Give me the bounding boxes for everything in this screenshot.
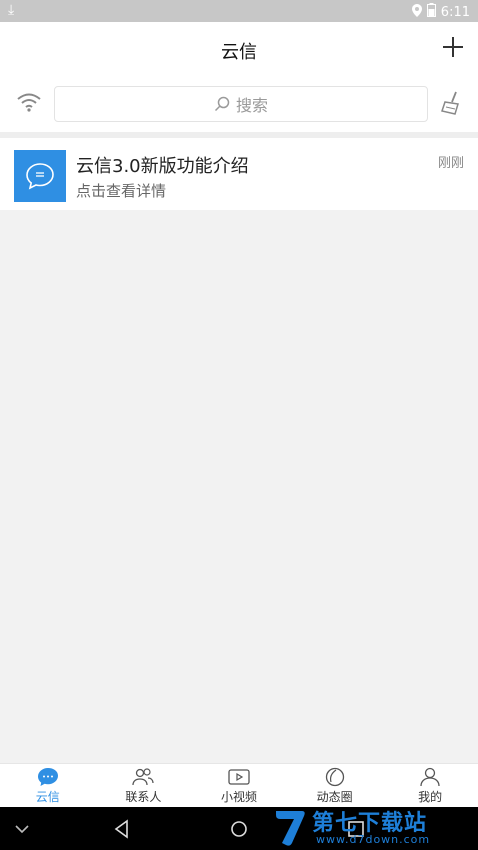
conversation-time: 刚刚 [437, 156, 464, 171]
add-icon[interactable] [440, 34, 466, 60]
conversation-subtitle: 点击查看详情 [76, 182, 167, 200]
contacts-icon [132, 768, 154, 786]
chevron-down-icon[interactable] [10, 817, 34, 841]
page-title: 云信 [221, 42, 257, 63]
clear-broom-icon[interactable] [440, 90, 462, 116]
tab-video[interactable]: 小视频 [191, 764, 287, 807]
profile-icon [420, 767, 440, 787]
tab-moments[interactable]: 动态圈 [287, 764, 383, 807]
tab-label: 动态圈 [316, 790, 353, 804]
app-header: 云信 [0, 22, 478, 78]
tab-label: 云信 [35, 790, 60, 804]
tab-yunxin[interactable]: 云信 [0, 764, 96, 807]
home-icon[interactable] [227, 817, 251, 841]
watermark-url: www.d7down.com [316, 833, 431, 846]
download-icon: ⤓ [8, 2, 15, 18]
status-bar: ⤓ 6:11 [0, 0, 478, 22]
conversation-title: 云信3.0新版功能介绍 [76, 156, 249, 177]
bottom-tab-bar: 云信 联系人 小视频 动态圈 我的 [0, 763, 478, 807]
location-icon [411, 3, 422, 21]
search-row: 搜索 [0, 78, 478, 132]
watermark-logo-icon [276, 811, 305, 846]
chat-bubble-icon [37, 768, 58, 786]
video-icon [228, 769, 250, 785]
avatar [14, 150, 66, 202]
conversation-item[interactable]: 云信3.0新版功能介绍 点击查看详情 刚刚 [0, 138, 478, 210]
status-time: 6:11 [440, 4, 470, 20]
tab-contacts[interactable]: 联系人 [96, 764, 192, 807]
watermark: 第七下载站 www.d7down.com [272, 805, 472, 849]
tab-me[interactable]: 我的 [382, 764, 478, 807]
back-icon[interactable] [110, 817, 134, 841]
conversation-list: 云信3.0新版功能介绍 点击查看详情 刚刚 [0, 132, 478, 210]
wifi-icon[interactable] [16, 90, 42, 114]
tab-label: 联系人 [125, 790, 162, 804]
moments-icon [325, 767, 344, 787]
message-bubble-icon [26, 163, 54, 190]
search-input[interactable]: 搜索 [54, 86, 428, 122]
tab-label: 小视频 [220, 790, 257, 804]
search-placeholder: 搜索 [235, 96, 268, 115]
battery-icon [426, 3, 436, 21]
search-icon [214, 96, 230, 112]
tab-label: 我的 [418, 790, 443, 804]
